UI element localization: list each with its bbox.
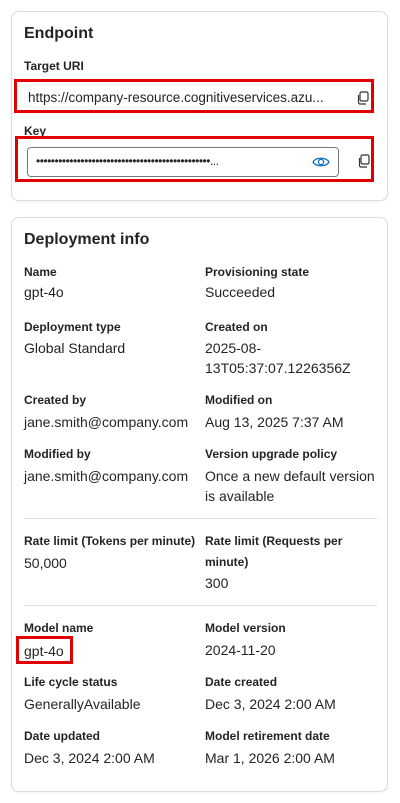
key-input[interactable]: ••••••••••••••••••••••••••••••••••••••••… [27, 147, 339, 177]
name-label: Name [24, 265, 57, 279]
divider [24, 605, 377, 606]
model-version-value: 2024-11-20 [205, 642, 276, 658]
endpoint-title: Endpoint [24, 25, 94, 42]
modified-on-value: Aug 13, 2025 7:37 AM [205, 414, 344, 430]
target-uri-field[interactable]: https://company-resource.cognitiveservic… [14, 79, 374, 113]
model-retirement-date-value: Mar 1, 2026 2:00 AM [205, 750, 335, 766]
modified-by-value: jane.smith@company.com [24, 468, 189, 484]
date-updated-value: Dec 3, 2024 2:00 AM [24, 750, 155, 766]
date-created-value: Dec 3, 2024 2:00 AM [205, 696, 336, 712]
version-upgrade-policy-value-line1: Once a new default version [205, 468, 375, 484]
rate-limit-requests-label-line1: Rate limit (Requests per [205, 534, 343, 548]
deployment-info-title: Deployment info [24, 231, 150, 248]
divider [24, 518, 377, 519]
rate-limit-tokens-value: 50,000 [24, 555, 67, 571]
key-value: ••••••••••••••••••••••••••••••••••••••••… [36, 154, 219, 168]
copy-icon[interactable] [356, 91, 370, 105]
endpoint-card: Endpoint Target URI https://company-reso… [11, 11, 388, 201]
deployment-type-label: Deployment type [24, 320, 121, 334]
version-upgrade-policy-label: Version upgrade policy [205, 447, 338, 461]
created-on-label: Created on [205, 320, 268, 334]
rate-limit-tokens-label: Rate limit (Tokens per minute) [24, 534, 196, 548]
rate-limit-requests-label-line2: minute) [205, 555, 249, 569]
life-cycle-status-label: Life cycle status [24, 675, 118, 689]
modified-by-label: Modified by [24, 447, 91, 461]
life-cycle-status-value: GenerallyAvailable [24, 696, 141, 712]
version-upgrade-policy-value-line2: is available [205, 488, 275, 504]
copy-icon[interactable] [357, 154, 371, 168]
key-field-highlight: ••••••••••••••••••••••••••••••••••••••••… [15, 136, 374, 182]
date-updated-label: Date updated [24, 729, 101, 743]
created-by-value: jane.smith@company.com [24, 414, 189, 430]
eye-icon[interactable] [312, 155, 330, 169]
deployment-info-card: Deployment info Name gpt-4o Provisioning… [11, 217, 388, 792]
date-created-label: Date created [205, 675, 278, 689]
model-name-value: gpt-4o [24, 643, 64, 659]
created-on-value-line2: 13T05:37:07.1226356Z [205, 360, 351, 376]
model-retirement-date-label: Model retirement date [205, 729, 330, 743]
model-name-label: Model name [24, 621, 94, 635]
created-on-value-line1: 2025-08- [205, 340, 262, 356]
modified-on-label: Modified on [205, 393, 273, 407]
provisioning-state-value: Succeeded [205, 284, 276, 300]
rate-limit-requests-value: 300 [205, 575, 229, 591]
created-by-label: Created by [24, 393, 87, 407]
name-value: gpt-4o [24, 284, 64, 300]
target-uri-value: https://company-resource.cognitiveservic… [28, 90, 324, 105]
target-uri-label: Target URI [24, 59, 84, 73]
model-name-highlight: gpt-4o [16, 636, 73, 664]
model-version-label: Model version [205, 621, 286, 635]
deployment-type-value: Global Standard [24, 340, 126, 356]
provisioning-state-label: Provisioning state [205, 265, 310, 279]
